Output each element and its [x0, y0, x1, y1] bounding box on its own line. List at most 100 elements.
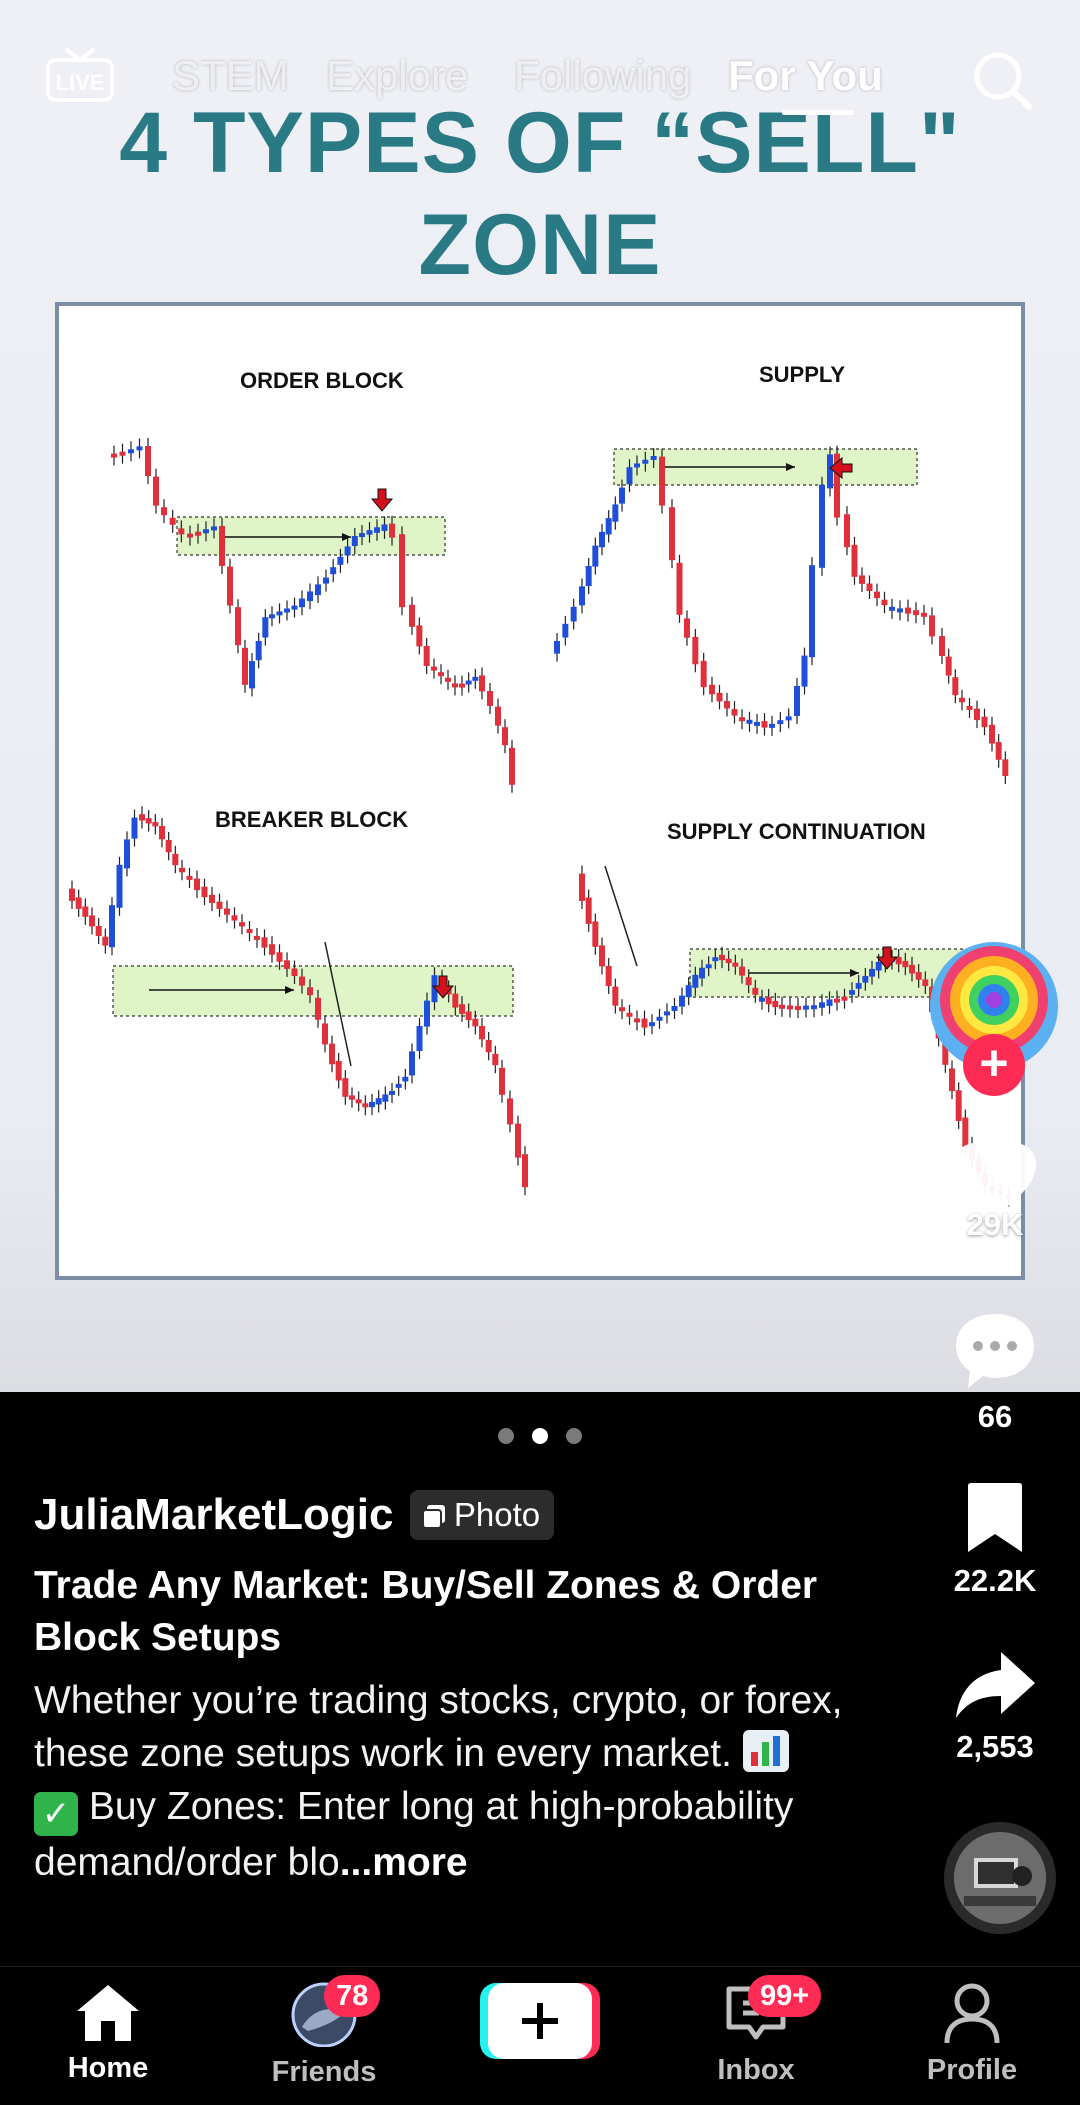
bull-candle — [785, 716, 792, 721]
tab-friends-label: Friends — [271, 2056, 377, 2088]
bull-candle — [369, 1101, 375, 1108]
bear-candle — [579, 873, 585, 901]
bull-candle — [291, 605, 298, 610]
bull-candle — [612, 504, 619, 522]
bear-candle — [795, 1006, 801, 1010]
bull-candle — [337, 556, 344, 565]
panel-title-order-block: ORDER BLOCK — [240, 368, 404, 393]
tab-stem[interactable]: STEM — [172, 52, 289, 100]
top-navigation: LIVE STEM Explore Following For You — [0, 40, 1080, 120]
bull-candle — [255, 640, 262, 661]
comment-button[interactable]: 66 — [930, 1310, 1060, 1435]
bear-candle — [669, 507, 675, 561]
description-text-1: Whether you’re trading stocks, crypto, o… — [34, 1679, 843, 1775]
bull-candle — [619, 487, 625, 504]
bear-candle — [452, 993, 459, 1008]
bull-candle — [699, 967, 705, 979]
svg-text:LIVE: LIVE — [56, 70, 105, 95]
create-button[interactable] — [480, 1983, 600, 2059]
bull-candle — [809, 565, 815, 658]
bull-candle — [746, 719, 753, 724]
bear-candle — [479, 675, 485, 692]
slide-title-line-2: ZONE — [418, 197, 662, 293]
live-icon[interactable]: LIVE — [45, 46, 115, 104]
bear-candle — [599, 945, 605, 967]
like-button[interactable]: 29K — [930, 1140, 1060, 1243]
bear-candle — [209, 894, 215, 904]
bear-candle — [178, 528, 185, 535]
share-button[interactable]: 2,553 — [930, 1650, 1060, 1765]
bear-candle — [431, 666, 437, 671]
bull-candle — [203, 529, 209, 534]
post-description[interactable]: Whether you’re trading stocks, crypto, o… — [34, 1674, 914, 1889]
username-link[interactable]: JuliaMarketLogic — [34, 1490, 393, 1540]
bull-candle — [472, 676, 479, 681]
bull-candle — [759, 997, 765, 1002]
comment-icon — [956, 1314, 1034, 1388]
bear-candle — [492, 1053, 499, 1066]
bear-candle — [909, 964, 915, 974]
bear-candle — [195, 531, 201, 536]
bear-candle — [709, 684, 715, 695]
chart-image: ORDER BLOCK SUPPLY BREAKER BLOCK SUPPLY … — [55, 302, 1025, 1280]
post-photo[interactable]: 4 TYPES OF “SELL" ZONE ORDER BLOCK SUPPL… — [0, 0, 1080, 1392]
panel-title-breaker-block: BREAKER BLOCK — [215, 807, 408, 832]
bear-candle — [224, 908, 230, 915]
bull-candle — [599, 531, 605, 548]
search-icon[interactable] — [970, 48, 1034, 112]
bear-candle — [254, 935, 260, 940]
bull-candle — [634, 463, 640, 468]
bull-candle — [692, 974, 699, 988]
tab-profile[interactable]: Profile — [882, 1981, 1062, 2087]
bear-candle — [69, 888, 75, 901]
bookmark-button[interactable]: 22.2K — [930, 1482, 1060, 1599]
bull-candle — [131, 817, 138, 839]
bear-candle — [349, 1095, 355, 1100]
panel-title-supply-continuation: SUPPLY CONTINUATION — [667, 819, 926, 844]
bull-candle — [685, 985, 692, 998]
bear-candle — [902, 960, 909, 968]
bear-candle — [423, 646, 430, 666]
bar-chart-emoji-icon — [742, 1730, 789, 1772]
bear-candle — [966, 705, 973, 710]
bear-candle — [465, 1011, 472, 1021]
bear-candle — [159, 826, 165, 840]
bull-candle — [712, 957, 719, 962]
bull-candle — [359, 533, 365, 538]
more-link[interactable]: ...more — [340, 1841, 468, 1884]
tab-explore[interactable]: Explore — [326, 52, 468, 100]
bear-candle — [731, 709, 738, 716]
annotation-line — [604, 865, 638, 967]
bear-candle — [732, 962, 739, 967]
bear-candle — [261, 937, 268, 948]
follow-plus-icon[interactable]: + — [963, 1034, 1025, 1096]
tab-following[interactable]: Following — [514, 52, 691, 100]
tab-for-you[interactable]: For You — [728, 52, 883, 100]
bear-candle — [459, 683, 465, 688]
bull-candle — [801, 655, 808, 687]
bull-candle — [570, 606, 577, 622]
bear-candle — [194, 878, 200, 891]
bear-candle — [186, 875, 193, 880]
bear-candle — [719, 954, 725, 961]
bear-candle — [307, 987, 313, 996]
bear-candle — [619, 1007, 625, 1012]
bear-candle — [922, 979, 929, 986]
share-icon — [956, 1652, 1035, 1718]
bear-candle — [409, 604, 415, 627]
sound-disc-icon[interactable] — [944, 1822, 1056, 1934]
red-down-arrow-icon — [370, 488, 394, 512]
bear-candle — [472, 1018, 479, 1027]
share-count: 2,553 — [956, 1729, 1034, 1764]
bear-candle — [95, 926, 102, 936]
bear-candle — [152, 822, 159, 827]
bear-candle — [921, 612, 927, 617]
bull-candle — [579, 586, 585, 606]
bear-candle — [82, 906, 89, 917]
tab-home[interactable]: Home — [18, 1981, 198, 2085]
bull-candle — [323, 577, 329, 584]
slide-dot-active — [532, 1428, 548, 1444]
bear-candle — [342, 1078, 349, 1097]
bear-candle — [915, 972, 922, 980]
photo-stack-icon — [421, 1505, 445, 1529]
